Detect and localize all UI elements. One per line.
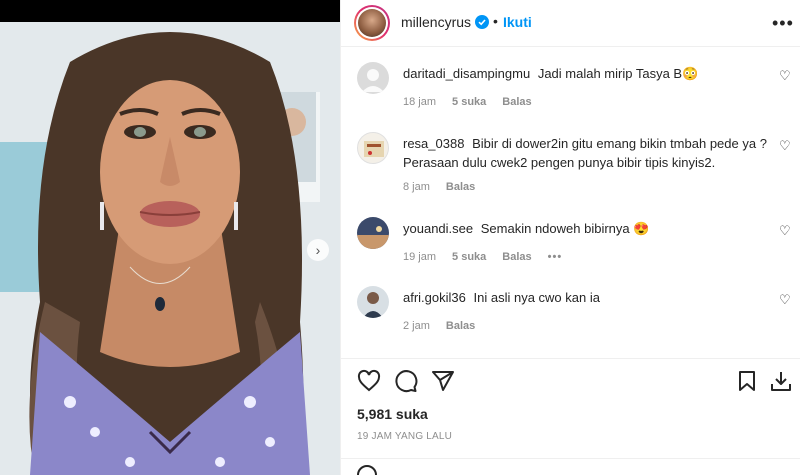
comment-meta: 19 jam 5 suka Balas ••• bbox=[403, 251, 562, 263]
comment-meta: 8 jam Balas bbox=[403, 181, 475, 193]
bookmark-icon[interactable] bbox=[735, 369, 759, 393]
heart-icon[interactable] bbox=[357, 369, 381, 393]
comment-likes[interactable]: 5 suka bbox=[452, 251, 486, 263]
comment-time: 19 jam bbox=[403, 251, 437, 263]
author-avatar[interactable] bbox=[354, 5, 390, 41]
share-icon[interactable] bbox=[431, 369, 455, 393]
download-icon[interactable] bbox=[769, 369, 793, 393]
post-media: › bbox=[0, 0, 340, 475]
comment-body: Jadi malah mirip Tasya B😳 bbox=[537, 66, 699, 81]
post-timestamp: 19 JAM YANG LALU bbox=[357, 431, 453, 442]
header-separator: • bbox=[493, 13, 498, 29]
divider bbox=[341, 458, 800, 459]
commenter-username[interactable]: resa_0388 bbox=[403, 136, 464, 151]
emoji-icon[interactable] bbox=[357, 465, 377, 475]
post-likes-count[interactable]: 5,981 suka bbox=[357, 406, 428, 422]
next-photo-button[interactable]: › bbox=[307, 239, 329, 261]
reply-button[interactable]: Balas bbox=[502, 251, 531, 263]
commenter-avatar[interactable] bbox=[357, 217, 389, 249]
chevron-right-icon: › bbox=[315, 242, 321, 258]
comment-text: daritadi_disampingmu Jadi malah mirip Ta… bbox=[403, 64, 778, 83]
commenter-avatar[interactable] bbox=[357, 132, 389, 164]
follow-button[interactable]: Ikuti bbox=[503, 14, 532, 30]
reply-button[interactable]: Balas bbox=[446, 320, 475, 332]
commenter-avatar[interactable] bbox=[357, 62, 389, 94]
comment-time: 2 jam bbox=[403, 320, 430, 332]
heart-icon[interactable]: ♡ bbox=[779, 138, 791, 154]
reply-button[interactable]: Balas bbox=[502, 96, 531, 108]
comment-likes[interactable]: 5 suka bbox=[452, 96, 486, 108]
comment-more-icon[interactable]: ••• bbox=[548, 251, 563, 263]
comment-time: 18 jam bbox=[403, 96, 437, 108]
author-username[interactable]: millencyrus bbox=[401, 14, 471, 30]
heart-icon[interactable]: ♡ bbox=[779, 292, 791, 308]
comment-time: 8 jam bbox=[403, 181, 430, 193]
verified-badge-icon bbox=[475, 15, 489, 29]
comment-text: afri.gokil36 Ini asli nya cwo kan ia bbox=[403, 288, 778, 307]
comment-meta: 2 jam Balas bbox=[403, 320, 475, 332]
post-actions bbox=[341, 358, 800, 404]
comment-body: Ini asli nya cwo kan ia bbox=[473, 290, 600, 305]
commenter-avatar[interactable] bbox=[357, 286, 389, 318]
post-sidebar: millencyrus • Ikuti ••• daritadi_disampi… bbox=[340, 0, 800, 475]
reply-button[interactable]: Balas bbox=[446, 181, 475, 193]
commenter-username[interactable]: afri.gokil36 bbox=[403, 290, 466, 305]
comment-text: resa_0388 Bibir di dower2in gitu emang b… bbox=[403, 134, 778, 172]
commenter-username[interactable]: youandi.see bbox=[403, 221, 473, 236]
comment-body: Semakin ndoweh bibirnya 😍 bbox=[480, 221, 650, 236]
commenter-username[interactable]: daritadi_disampingmu bbox=[403, 66, 530, 81]
comment-meta: 18 jam 5 suka Balas bbox=[403, 96, 532, 108]
heart-icon[interactable]: ♡ bbox=[779, 68, 791, 84]
post-header: millencyrus • Ikuti ••• bbox=[341, 0, 800, 47]
post-photo bbox=[0, 22, 340, 475]
heart-icon[interactable]: ♡ bbox=[779, 223, 791, 239]
comment-icon[interactable] bbox=[394, 369, 418, 393]
more-options-icon[interactable]: ••• bbox=[772, 13, 794, 34]
comment-text: youandi.see Semakin ndoweh bibirnya 😍 bbox=[403, 219, 778, 238]
